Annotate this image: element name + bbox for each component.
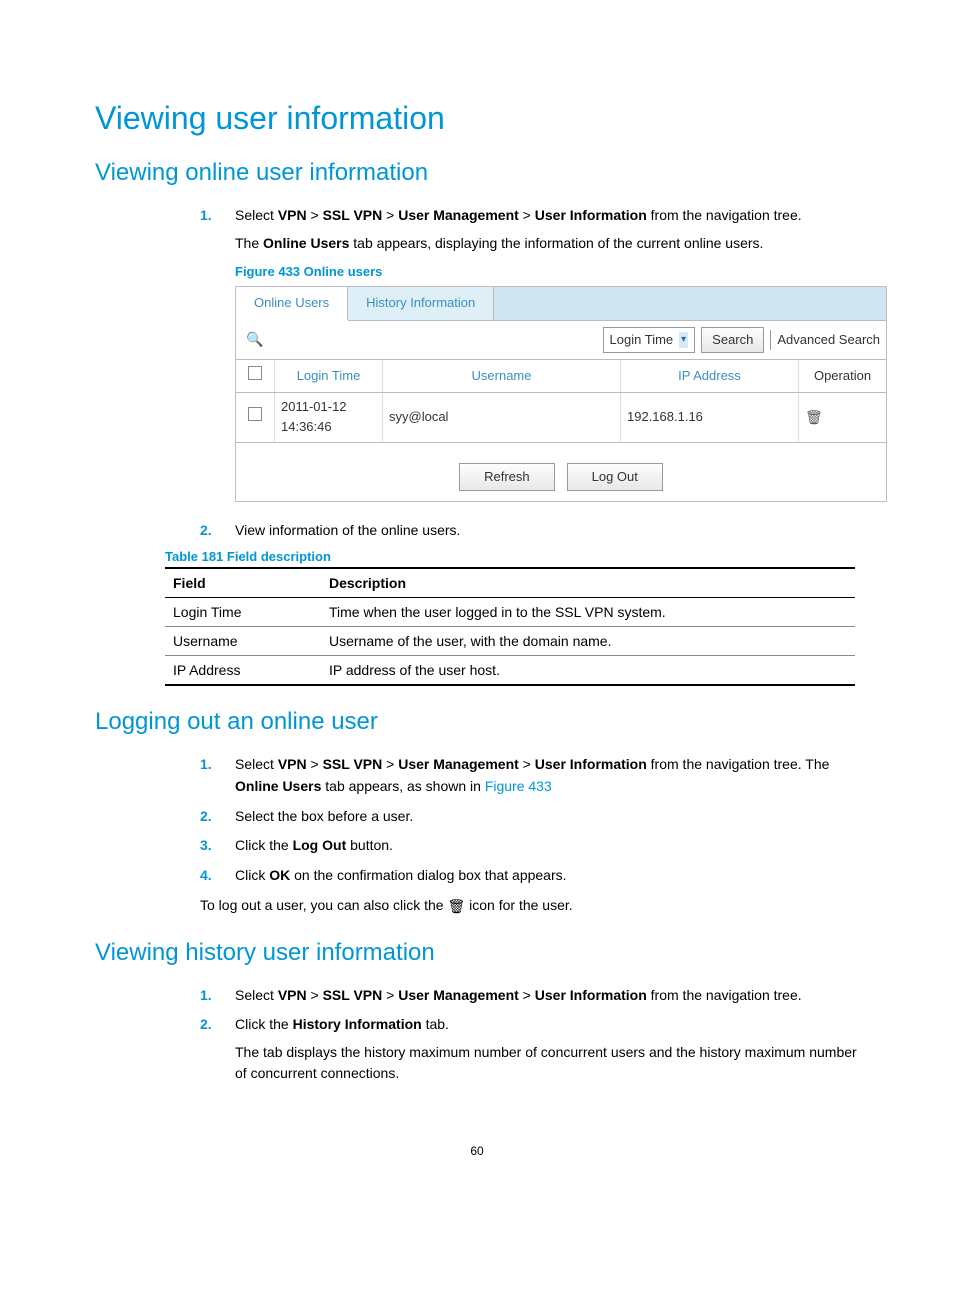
step-number: 4. xyxy=(200,865,212,887)
table-row: Login TimeTime when the user logged in t… xyxy=(165,598,855,627)
tab-history-information[interactable]: History Information xyxy=(348,287,494,320)
cell-ip: 192.168.1.16 xyxy=(621,393,799,442)
figure-ref-link[interactable]: Figure 433 xyxy=(485,778,552,794)
search-icon[interactable]: 🔍 xyxy=(242,329,267,351)
section-heading-a: Viewing online user information xyxy=(95,159,859,187)
header-field: Field xyxy=(165,568,321,598)
page-title: Viewing user information xyxy=(95,100,859,137)
table-row: UsernameUsername of the user, with the d… xyxy=(165,627,855,656)
step-number: 1. xyxy=(200,754,212,776)
select-all-checkbox[interactable] xyxy=(248,366,262,380)
table-row: 2011-01-12 14:36:46 syy@local 192.168.1.… xyxy=(236,393,886,442)
col-operation: Operation xyxy=(799,360,887,393)
step-b3: 3. Click the Log Out button. xyxy=(200,835,859,857)
col-ip-address[interactable]: IP Address xyxy=(621,360,799,393)
page-number: 60 xyxy=(95,1144,859,1158)
step-number: 1. xyxy=(200,205,212,227)
col-username[interactable]: Username xyxy=(383,360,621,393)
trash-icon[interactable]: 🗑 xyxy=(805,409,823,425)
step-number: 1. xyxy=(200,985,212,1007)
step-number: 2. xyxy=(200,520,212,542)
figure-online-users: Online Users History Information 🔍 Login… xyxy=(235,286,887,502)
step-b2: 2. Select the box before a user. xyxy=(200,806,859,828)
table-row: IP AddressIP address of the user host. xyxy=(165,656,855,686)
col-login-time[interactable]: Login Time xyxy=(275,360,383,393)
header-description: Description xyxy=(321,568,855,598)
advanced-search-link[interactable]: Advanced Search xyxy=(770,330,880,350)
step-number: 3. xyxy=(200,835,212,857)
step-c1: 1. Select VPN > SSL VPN > User Managemen… xyxy=(200,985,859,1007)
refresh-button[interactable]: Refresh xyxy=(459,463,555,491)
chevron-down-icon: ▾ xyxy=(679,332,688,348)
section-heading-b: Logging out an online user xyxy=(95,708,859,736)
step-number: 2. xyxy=(200,806,212,828)
dropdown-value: Login Time xyxy=(610,330,674,350)
step-c2: 2. Click the History Information tab. Th… xyxy=(200,1014,859,1084)
section-heading-c: Viewing history user information xyxy=(95,939,859,967)
trash-icon: 🗑 xyxy=(447,898,465,914)
search-field-dropdown[interactable]: Login Time ▾ xyxy=(603,327,696,353)
trailing-note: To log out a user, you can also click th… xyxy=(200,895,859,917)
figure-caption: Figure 433 Online users xyxy=(235,262,859,282)
step-a1: 1. Select VPN > SSL VPN > User Managemen… xyxy=(200,205,859,502)
search-button[interactable]: Search xyxy=(701,327,764,353)
cell-login-time: 2011-01-12 14:36:46 xyxy=(275,393,383,442)
table-caption: Table 181 Field description xyxy=(165,549,859,564)
step-number: 2. xyxy=(200,1014,212,1036)
step-b4: 4. Click OK on the confirmation dialog b… xyxy=(200,865,859,887)
logout-button[interactable]: Log Out xyxy=(567,463,663,491)
step-a2: 2. View information of the online users. xyxy=(200,520,859,542)
field-description-table: Field Description Login TimeTime when th… xyxy=(165,567,855,686)
row-checkbox[interactable] xyxy=(248,407,262,421)
tab-online-users[interactable]: Online Users xyxy=(236,287,348,321)
cell-username: syy@local xyxy=(383,393,621,442)
step-b1: 1. Select VPN > SSL VPN > User Managemen… xyxy=(200,754,859,797)
